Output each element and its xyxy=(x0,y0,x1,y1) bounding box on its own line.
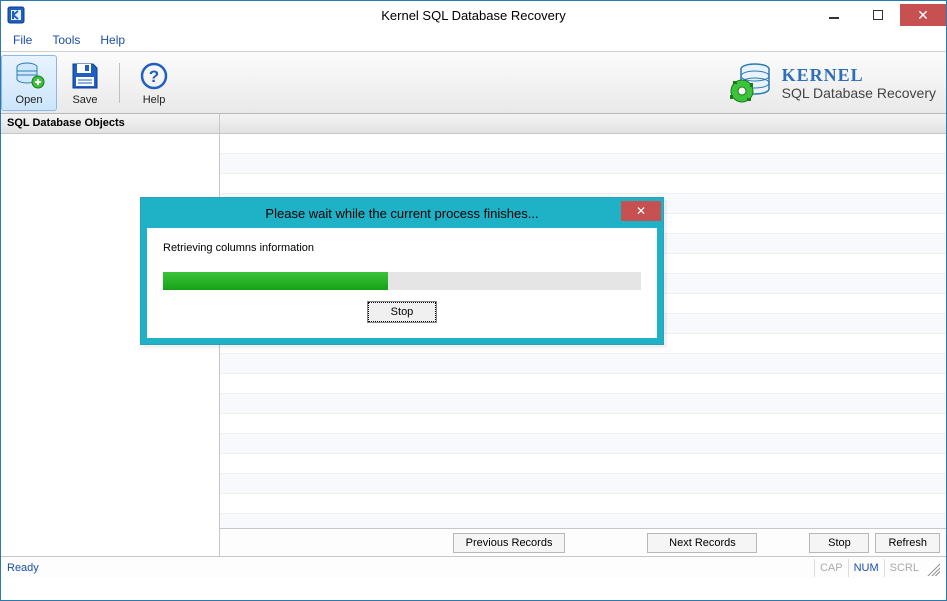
save-icon xyxy=(69,60,101,92)
save-label: Save xyxy=(72,94,97,106)
progress-bar xyxy=(163,272,641,290)
brand-title: KERNEL xyxy=(782,66,936,84)
sidebar-header: SQL Database Objects xyxy=(1,114,219,134)
window-controls: ✕ xyxy=(812,4,946,26)
toolbar: Open Save ? Help xyxy=(1,51,946,114)
previous-records-button[interactable]: Previous Records xyxy=(453,533,566,553)
status-scrl: SCRL xyxy=(884,559,924,577)
brand-icon xyxy=(728,61,774,105)
maximize-button[interactable] xyxy=(856,4,900,26)
close-button[interactable]: ✕ xyxy=(900,4,946,26)
menu-file[interactable]: File xyxy=(5,31,40,49)
brand: KERNEL SQL Database Recovery xyxy=(728,61,946,105)
menu-bar: File Tools Help xyxy=(1,29,946,51)
stop-button[interactable]: Stop xyxy=(809,533,869,553)
svg-text:?: ? xyxy=(149,67,159,86)
progress-fill xyxy=(163,272,388,290)
next-records-button[interactable]: Next Records xyxy=(647,533,757,553)
minimize-button[interactable] xyxy=(812,4,856,26)
menu-tools[interactable]: Tools xyxy=(44,31,88,49)
open-label: Open xyxy=(16,94,43,106)
help-icon: ? xyxy=(138,60,170,92)
database-open-icon xyxy=(13,60,45,92)
status-cap: CAP xyxy=(814,559,848,577)
refresh-button[interactable]: Refresh xyxy=(875,533,940,553)
menu-help[interactable]: Help xyxy=(92,31,133,49)
dialog-close-button[interactable]: ✕ xyxy=(621,201,661,221)
status-text: Ready xyxy=(7,562,814,574)
content-header xyxy=(220,114,946,134)
help-button[interactable]: ? Help xyxy=(126,54,182,112)
status-bar: Ready CAP NUM SCRL xyxy=(1,556,946,578)
status-num: NUM xyxy=(848,559,884,577)
window-title: Kernel SQL Database Recovery xyxy=(1,8,946,23)
dialog-message: Retrieving columns information xyxy=(163,242,641,254)
open-button[interactable]: Open xyxy=(1,55,57,111)
content-bottom-bar: Previous Records Next Records Stop Refre… xyxy=(220,528,946,556)
close-icon: ✕ xyxy=(636,204,646,218)
save-button[interactable]: Save xyxy=(57,54,113,112)
dialog-title-bar[interactable]: Please wait while the current process fi… xyxy=(141,198,663,228)
dialog-title: Please wait while the current process fi… xyxy=(141,206,663,221)
resize-grip[interactable] xyxy=(924,560,940,576)
app-icon xyxy=(7,6,25,24)
title-bar: Kernel SQL Database Recovery ✕ xyxy=(1,1,946,29)
dialog-stop-button[interactable]: Stop xyxy=(368,302,437,322)
progress-dialog: Please wait while the current process fi… xyxy=(140,197,664,345)
brand-subtitle: SQL Database Recovery xyxy=(782,86,936,100)
toolbar-separator xyxy=(119,63,120,103)
help-label: Help xyxy=(143,94,166,106)
